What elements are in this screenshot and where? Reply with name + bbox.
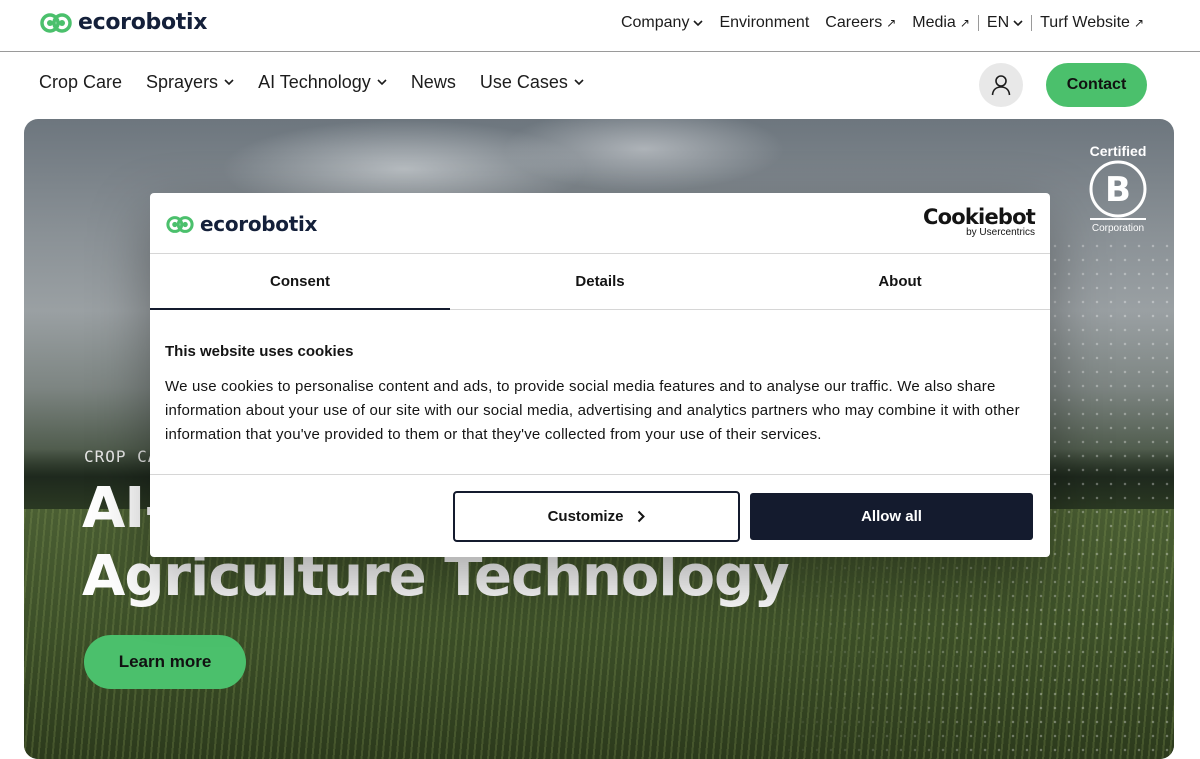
- topnav-turf-website[interactable]: Turf Website ↗: [1032, 14, 1152, 32]
- user-icon: [991, 75, 1011, 96]
- nav-use-cases[interactable]: Use Cases: [480, 72, 584, 93]
- external-arrow-icon: ↗: [886, 16, 897, 30]
- account-button[interactable]: [979, 63, 1023, 107]
- language-selector[interactable]: EN: [979, 14, 1031, 32]
- cookiebot-logo[interactable]: Cookiebot by Usercentrics: [923, 205, 1036, 238]
- topnav-media-label: Media: [912, 14, 956, 31]
- nav-news[interactable]: News: [411, 72, 456, 93]
- dialog-text: We use cookies to personalise content an…: [165, 378, 1020, 443]
- chevron-down-icon: [693, 19, 704, 26]
- tab-details[interactable]: Details: [450, 254, 750, 309]
- topnav-careers-label: Careers: [825, 14, 883, 31]
- cookiebot-name: Cookiebot: [923, 205, 1036, 229]
- b-corp-corporation: Corporation: [1091, 223, 1145, 234]
- b-corp-certified: Certified: [1089, 143, 1147, 159]
- logo-mark-icon: [166, 215, 194, 233]
- hero-eyebrow: CROP CA: [84, 447, 159, 466]
- nav-use-cases-label: Use Cases: [479, 72, 568, 92]
- nav-ai-technology-label: AI Technology: [258, 72, 371, 92]
- chevron-down-icon: [1013, 19, 1023, 26]
- dialog-brand-logo: ecorobotix: [166, 212, 317, 236]
- chevron-down-icon: [574, 79, 584, 86]
- nav-crop-care-label: Crop Care: [39, 72, 123, 92]
- nav-sprayers[interactable]: Sprayers: [146, 72, 234, 93]
- top-navigation: Company Environment Careers ↗ Media ↗ EN…: [613, 14, 1152, 32]
- topnav-company-label: Company: [620, 14, 690, 31]
- b-corp-letter: B: [1105, 170, 1131, 210]
- external-arrow-icon: ↗: [1133, 16, 1144, 30]
- logo-mark-icon: [40, 12, 72, 33]
- topnav-company[interactable]: Company: [613, 14, 711, 32]
- tab-about[interactable]: About: [750, 254, 1050, 309]
- brand-name: ecorobotix: [78, 10, 208, 35]
- external-arrow-icon: ↗: [959, 16, 970, 30]
- nav-news-label: News: [410, 72, 456, 92]
- chevron-down-icon: [224, 79, 234, 86]
- topnav-careers[interactable]: Careers ↗: [817, 14, 904, 32]
- topnav-turf-label: Turf Website: [1040, 14, 1130, 31]
- main-navigation: Crop Care Sprayers AI Technology News Us…: [39, 72, 584, 93]
- topnav-environment[interactable]: Environment: [711, 14, 817, 32]
- cookie-consent-dialog: ecorobotix Cookiebot by Usercentrics Con…: [150, 193, 1050, 557]
- dialog-brand-name: ecorobotix: [200, 212, 318, 236]
- dialog-heading: This website uses cookies: [165, 343, 354, 360]
- topnav-media[interactable]: Media ↗: [904, 14, 978, 32]
- brand-logo[interactable]: ecorobotix: [40, 10, 207, 35]
- nav-ai-technology[interactable]: AI Technology: [258, 72, 387, 93]
- chevron-down-icon: [377, 79, 387, 86]
- language-label: EN: [986, 14, 1010, 31]
- nav-crop-care[interactable]: Crop Care: [39, 72, 122, 93]
- top-bar: ecorobotix Company Environment Careers ↗…: [0, 0, 1200, 52]
- dialog-footer: Customize Allow all: [150, 475, 1050, 557]
- tab-consent[interactable]: Consent: [150, 254, 450, 310]
- dialog-body: This website uses cookies We use cookies…: [150, 310, 1050, 475]
- contact-button[interactable]: Contact: [1046, 63, 1147, 107]
- nav-sprayers-label: Sprayers: [146, 72, 219, 92]
- customize-button[interactable]: Customize: [453, 491, 740, 542]
- customize-label: Customize: [547, 508, 624, 525]
- dialog-tabs: Consent Details About: [150, 254, 1050, 310]
- learn-more-button[interactable]: Learn more: [84, 635, 246, 689]
- b-corp-logo-icon: B: [1089, 160, 1147, 220]
- allow-all-button[interactable]: Allow all: [750, 493, 1033, 540]
- chevron-right-icon: [638, 510, 646, 523]
- b-corp-badge: Certified B Corporation: [1088, 143, 1148, 234]
- topnav-environment-label: Environment: [719, 14, 810, 31]
- dialog-header: ecorobotix Cookiebot by Usercentrics: [150, 193, 1050, 254]
